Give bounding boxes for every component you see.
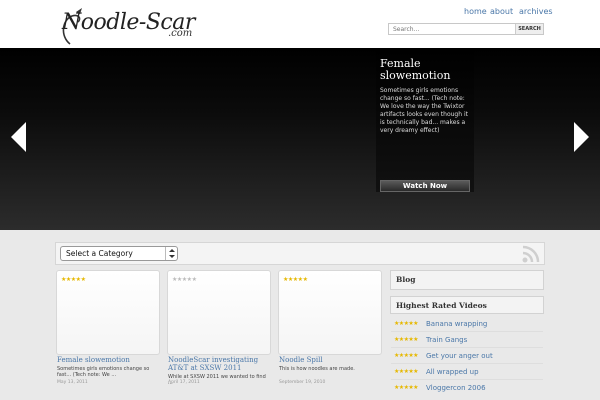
list-item[interactable]: ★★★★★ Vloggercon 2006 — [391, 380, 543, 396]
logo-suffix: .com — [168, 28, 193, 39]
video-date: September 19, 2010 — [279, 380, 326, 385]
list-item-label[interactable]: Train Gangs — [426, 336, 467, 344]
rating-stars-icon: ★★★★★ — [61, 276, 86, 283]
nav-archives[interactable]: archives — [519, 7, 553, 16]
search-box: SEARCH — [388, 23, 544, 35]
featured-title[interactable]: Female slowemotion — [380, 58, 472, 82]
prev-arrow-icon[interactable] — [11, 122, 26, 152]
video-date: May 13, 2011 — [57, 380, 88, 385]
rating-stars-icon: ★★★★★ — [394, 384, 418, 391]
featured-description: Sometimes girls emotions change so fast.… — [380, 87, 468, 134]
star-icon: ★ — [413, 384, 418, 391]
video-excerpt: Sometimes girls emotions change so fast.… — [57, 366, 150, 378]
blog-widget-title[interactable]: Blog — [396, 275, 415, 284]
search-button[interactable]: SEARCH — [515, 24, 543, 34]
star-icon: ★ — [80, 276, 86, 283]
rating-stars-icon: ★★★★★ — [394, 336, 418, 343]
nav-about[interactable]: about — [490, 7, 513, 16]
top-nav: home about archives — [360, 7, 600, 21]
category-bar: Select a Category — [55, 242, 545, 265]
video-thumbnail[interactable]: ★★★★★ — [167, 270, 271, 355]
star-icon: ★ — [191, 276, 197, 283]
list-item-label[interactable]: All wrapped up — [426, 368, 479, 376]
list-item-label[interactable]: Get your anger out — [426, 352, 493, 360]
list-item-label[interactable]: Vloggercon 2006 — [426, 384, 486, 392]
category-select[interactable]: Select a Category — [60, 246, 178, 261]
site-header: Noodle-Scar .com home about archives SEA… — [0, 0, 600, 48]
select-arrows-icon — [165, 247, 177, 260]
blog-widget: Blog — [390, 270, 544, 290]
featured-video-panel: Female slowemotion Sometimes girls emoti… — [376, 50, 474, 192]
video-thumbnail[interactable]: ★★★★★ — [56, 270, 160, 355]
list-item[interactable]: ★★★★★ Train Gangs — [391, 332, 543, 348]
highest-rated-title: Highest Rated Videos — [396, 301, 487, 310]
video-date: April 17, 2011 — [168, 380, 200, 385]
star-icon: ★ — [413, 336, 418, 343]
rating-stars-icon: ★★★★★ — [394, 352, 418, 359]
rating-stars-icon: ★★★★★ — [394, 368, 418, 375]
star-icon: ★ — [302, 276, 308, 283]
video-excerpt: This is how noodles are made. — [279, 366, 355, 372]
video-title[interactable]: NoodleScar investigating AT&T at SXSW 20… — [168, 356, 278, 372]
star-icon: ★ — [413, 352, 418, 359]
list-item[interactable]: ★★★★★ Get your anger out — [391, 348, 543, 364]
rating-stars-icon: ★★★★★ — [394, 320, 418, 327]
video-thumbnail[interactable]: ★★★★★ — [278, 270, 382, 355]
category-select-value: Select a Category — [66, 249, 133, 258]
next-arrow-icon[interactable] — [574, 122, 589, 152]
list-item-label[interactable]: Banana wrapping — [426, 320, 487, 328]
list-item[interactable]: ★★★★★ All wrapped up — [391, 364, 543, 380]
nav-home[interactable]: home — [464, 7, 487, 16]
video-title[interactable]: Noodle Spill — [279, 356, 383, 364]
rating-stars-icon: ★★★★★ — [172, 276, 197, 283]
star-icon: ★ — [413, 368, 418, 375]
highest-rated-widget: Highest Rated Videos — [390, 296, 544, 314]
video-title[interactable]: Female slowemotion — [57, 356, 161, 364]
featured-slider: Female slowemotion Sometimes girls emoti… — [0, 48, 600, 230]
rating-stars-icon: ★★★★★ — [283, 276, 308, 283]
list-item[interactable]: ★★★★★ Banana wrapping — [391, 316, 543, 332]
rss-icon[interactable] — [520, 244, 544, 264]
star-icon: ★ — [413, 320, 418, 327]
search-input[interactable] — [389, 24, 517, 34]
watch-now-button[interactable]: Watch Now — [380, 180, 470, 192]
